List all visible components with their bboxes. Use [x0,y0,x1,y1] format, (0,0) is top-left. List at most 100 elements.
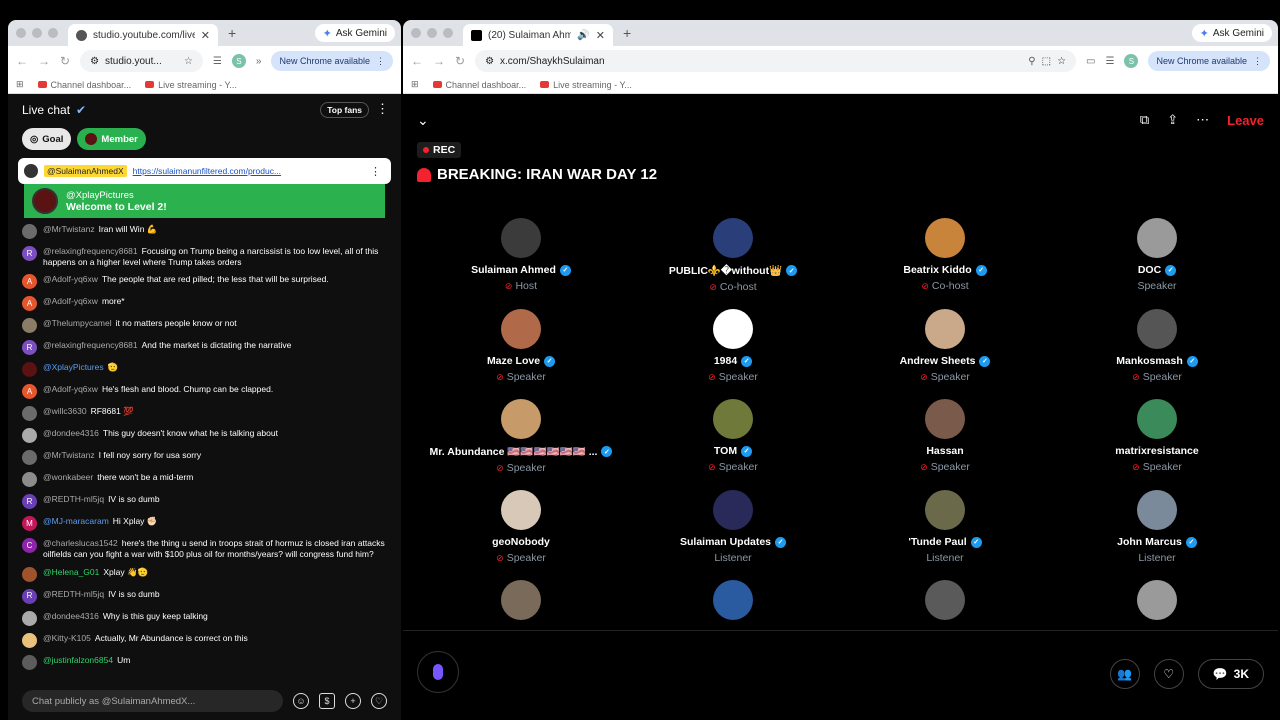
add-reaction-icon[interactable]: + [345,693,361,709]
minimize-window-button[interactable] [427,28,437,38]
participant[interactable]: Mankosmash ✓ ⊘ Speaker [1051,309,1263,383]
back-icon[interactable]: ← [411,54,423,68]
close-window-button[interactable] [16,28,26,38]
new-tab-button[interactable]: + [228,25,236,41]
new-chrome-button[interactable]: New Chrome available ⋮ [1148,51,1270,71]
apps-grid-icon[interactable]: ⊞ [16,79,24,90]
message-author[interactable]: @wonkabeer [43,472,93,482]
participant[interactable] [627,580,839,626]
url-field[interactable]: ⚙ studio.yout... ☆ [80,50,203,72]
goal-button[interactable]: ◎ Goal [22,128,72,150]
bookmark-star-icon[interactable]: ☆ [184,56,193,67]
participant[interactable] [839,580,1051,626]
more-icon[interactable]: ⋯ [1196,112,1209,128]
message-author[interactable]: @Helena_G01 [43,567,99,577]
heart-react-icon[interactable]: ♡ [1153,659,1184,689]
mic-button[interactable] [417,651,459,693]
forward-icon[interactable]: → [38,54,50,68]
participant[interactable] [1051,580,1263,626]
participant[interactable] [415,580,627,626]
chat-message[interactable]: R @REDTH-ml5jq IV is so dumb [22,494,387,510]
message-author[interactable]: @Adolf-yq6xw [43,296,98,306]
chat-message[interactable]: M @MJ-maracaram Hi Xplay ✊🏻 [22,516,387,532]
message-author[interactable]: @Adolf-yq6xw [43,384,98,394]
site-settings-icon[interactable]: ⚙ [90,56,99,67]
member-button[interactable]: Member [77,128,146,150]
participant[interactable]: matrixresistance ⊘ Speaker [1051,399,1263,474]
bookmark-item[interactable]: Channel dashboar... [432,80,526,90]
reload-icon[interactable]: ↻ [60,54,70,68]
message-author[interactable]: @willc3630 [43,406,87,416]
message-author[interactable]: @charleslucas1542 [43,538,118,548]
participant[interactable]: PUBLIC⚜️�without👑 ✓ ⊘ Co-host [627,218,839,293]
chat-message[interactable]: A @Adolf-yq6xw more* [22,296,387,312]
heart-icon[interactable]: ♡ [371,693,387,709]
participant[interactable]: TOM ✓ ⊘ Speaker [627,399,839,474]
message-author[interactable]: @relaxingfrequency8681 [43,340,138,350]
emoji-icon[interactable]: ☺ [293,693,309,709]
chat-message[interactable]: @Thelumpycamel it no matters people know … [22,318,387,334]
participant[interactable]: 1984 ✓ ⊘ Speaker [627,309,839,383]
bookmark-star-icon[interactable]: ☆ [1057,56,1066,67]
install-icon[interactable]: ⬚ [1042,56,1051,67]
tab-x[interactable]: (20) Sulaiman Ahmed (@ 🔊 ✕ [463,24,613,46]
chat-message[interactable]: R @relaxingfrequency8681 And the market is… [22,340,387,356]
message-author[interactable]: @justinfalzon6854 [43,655,113,665]
chat-message[interactable]: @wonkabeer there won't be a mid-term [22,472,387,488]
message-author[interactable]: @dondee4316 [43,428,99,438]
chat-message[interactable]: C @charleslucas1542 here's the thing u sen… [22,538,387,559]
pinned-link[interactable]: https://sulaimanunfiltered.com/produc... [133,166,281,176]
forward-icon[interactable]: → [433,54,445,68]
chat-message[interactable]: R @REDTH-ml5jq IV is so dumb [22,588,387,604]
close-window-button[interactable] [411,28,421,38]
participant[interactable]: geoNobody ⊘ Speaker [415,490,627,564]
message-author[interactable]: @relaxingfrequency8681 [43,246,138,256]
chat-menu-icon[interactable]: ⋮ [376,101,389,117]
chat-message[interactable]: @willc3630 RF8681 💯 [22,406,387,422]
reload-icon[interactable]: ↻ [455,54,465,68]
participant[interactable]: Maze Love ✓ ⊘ Speaker [415,309,627,383]
maximize-window-button[interactable] [443,28,453,38]
profile-avatar[interactable]: S [1124,54,1139,68]
chat-message[interactable]: R @relaxingfrequency8681 Focusing on Trump… [22,246,387,267]
message-author[interactable]: @REDTH-ml5jq [43,589,104,599]
message-author[interactable]: @Thelumpycamel [43,318,112,328]
message-author[interactable]: @dondee4316 [43,611,99,621]
zoom-icon[interactable]: ⚲ [1028,56,1035,67]
chat-message[interactable]: @dondee4316 This guy doesn't know what he… [22,428,387,444]
minimize-space-icon[interactable]: ⧉ [1140,112,1149,128]
chat-message[interactable]: @Helena_G01 Xplay 👋🫡 [22,566,387,582]
chat-message[interactable]: @XplayPictures 🫡 [22,362,387,378]
new-tab-button[interactable]: + [623,25,631,41]
close-tab-icon[interactable]: ✕ [201,29,210,42]
top-fans-dropdown[interactable]: Top fans [320,102,369,118]
new-chrome-button[interactable]: New Chrome available ⋮ [271,51,393,71]
chat-message[interactable]: @justinfalzon6854 Um [22,654,387,670]
sidepanel-icon[interactable]: ▭ [1086,56,1095,67]
chat-input[interactable]: Chat publicly as @SulaimanAhmedX... [22,690,283,712]
participant[interactable]: Mr. Abundance 🇺🇸🇺🇸🇺🇸🇺🇸🇺🇸🇺🇸 ... ✓ ⊘ Speaker [415,399,627,474]
participant[interactable]: DOC ✓ Speaker [1051,218,1263,293]
participant[interactable]: Hassan ⊘ Speaker [839,399,1051,474]
bookmark-item[interactable]: Channel dashboar... [37,80,131,90]
chat-message[interactable]: @Kitty-K105 Actually, Mr Abundance is cor… [22,632,387,648]
chat-message[interactable]: A @Adolf-yq6xw He's flesh and blood. Chump… [22,384,387,400]
bookmark-item[interactable]: Live streaming - Y... [145,80,237,90]
chat-message[interactable]: @dondee4316 Why is this guy keep talking [22,610,387,626]
participant[interactable]: Sulaiman Updates ✓ Listener [627,490,839,564]
minimize-window-button[interactable] [32,28,42,38]
leave-button[interactable]: Leave [1227,113,1264,128]
participant[interactable]: Beatrix Kiddo ✓ ⊘ Co-host [839,218,1051,293]
people-icon[interactable]: 👥 [1109,659,1140,689]
participant[interactable]: 'Tunde Paul ✓ Listener [839,490,1051,564]
site-settings-icon[interactable]: ⚙ [485,56,494,67]
ask-gemini-button[interactable]: ✦ Ask Gemini [1191,24,1272,42]
message-author[interactable]: @MrTwistanz [43,450,95,460]
replies-button[interactable]: 💬 3K [1197,659,1264,689]
participant[interactable]: Sulaiman Ahmed ✓ ⊘ Host [415,218,627,293]
share-icon[interactable]: ⇪ [1167,112,1178,128]
super-chat-icon[interactable]: $ [319,693,335,709]
message-author[interactable]: @Kitty-K105 [43,633,91,643]
maximize-window-button[interactable] [48,28,58,38]
message-author[interactable]: @XplayPictures [43,362,104,372]
